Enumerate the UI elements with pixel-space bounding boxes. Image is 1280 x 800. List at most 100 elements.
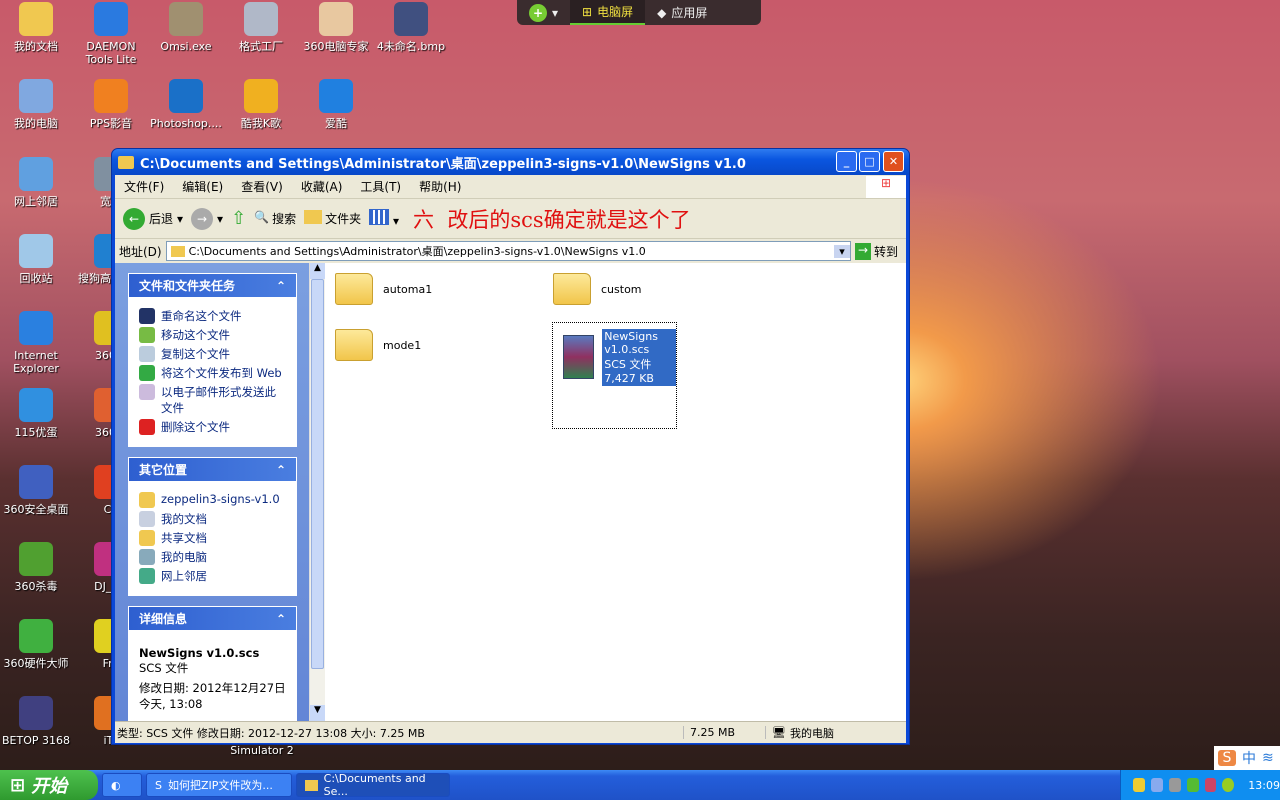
add-menu-button[interactable]: + ▾	[517, 0, 570, 25]
folder-item[interactable]: automa1	[335, 273, 432, 305]
desktop-icon[interactable]: Simulator 2	[224, 744, 300, 757]
tab-pc-screen[interactable]: ⊞ 电脑屏	[570, 0, 646, 25]
folder-item[interactable]: custom	[553, 273, 642, 305]
menu-tools[interactable]: 工具(T)	[351, 178, 410, 195]
title-bar[interactable]: C:\Documents and Settings\Administrator\…	[112, 149, 909, 175]
menu-favorites[interactable]: 收藏(A)	[292, 178, 352, 195]
panel-header[interactable]: 其它位置 ⌃	[129, 458, 296, 481]
desktop-icon-label: 回收站	[19, 272, 53, 285]
task-email[interactable]: 以电子邮件形式发送此文件	[139, 384, 286, 416]
place-link[interactable]: 网上邻居	[139, 568, 286, 584]
address-input[interactable]: C:\Documents and Settings\Administrator\…	[165, 241, 851, 261]
forward-button[interactable]: → ▾	[191, 207, 223, 230]
task-delete[interactable]: 删除这个文件	[139, 419, 286, 435]
desktop-icon-label: 网上邻居	[14, 195, 58, 208]
quick-launch-360[interactable]: ◐	[102, 773, 142, 797]
task-move[interactable]: 移动这个文件	[139, 327, 286, 343]
minimize-button[interactable]: _	[836, 151, 857, 172]
network-icon[interactable]	[1150, 778, 1163, 792]
desktop-icon[interactable]: 回收站	[0, 234, 74, 285]
desktop-icon[interactable]: 网上邻居	[0, 157, 74, 208]
views-button[interactable]: ▾	[369, 209, 399, 228]
status-bar: 类型: SCS 文件 修改日期: 2012-12-27 13:08 大小: 7.…	[115, 721, 906, 743]
ime-bar[interactable]: S 中 ≋	[1214, 746, 1280, 770]
360-safe-icon[interactable]	[1222, 778, 1235, 792]
toolbar: ← 后退 ▾ → ▾ ⇧ 🔍 搜索 文件夹 ▾ 六 改后的scs确定就是这个了	[115, 199, 906, 239]
app-icon	[19, 2, 53, 36]
menu-file[interactable]: 文件(F)	[115, 178, 173, 195]
360-desktop-icon[interactable]	[1204, 778, 1217, 792]
task-rename[interactable]: 重命名这个文件	[139, 308, 286, 324]
scroll-thumb[interactable]	[311, 279, 324, 669]
desktop-icon-label: Photoshop....	[150, 117, 222, 130]
volume-icon[interactable]	[1168, 778, 1181, 792]
scroll-up-button[interactable]: ▲	[310, 263, 325, 279]
task-copy[interactable]: 复制这个文件	[139, 346, 286, 362]
cube-icon: ◆	[657, 5, 667, 20]
status-size: 7.25 MB	[683, 726, 765, 739]
desktop-icon[interactable]: 4未命名.bmp	[373, 2, 449, 53]
file-item[interactable]: NewSigns v1.0.scs SCS 文件 7,427 KB	[552, 322, 677, 429]
windows-logo-icon: ⊞	[10, 774, 26, 796]
computer-icon: 🖥	[765, 726, 786, 739]
app-icon	[94, 2, 128, 36]
desktop-icon[interactable]: 我的电脑	[0, 79, 74, 130]
desktop-icon-label: 115优蛋	[14, 426, 58, 439]
folders-button[interactable]: 文件夹	[304, 210, 361, 227]
desktop-icon[interactable]: BETOP 3168	[0, 696, 74, 747]
go-arrow-icon: →	[854, 242, 871, 260]
panel-header[interactable]: 详细信息 ⌃	[129, 607, 296, 630]
desktop-icon[interactable]: 格式工厂	[223, 2, 299, 53]
network-warning-icon[interactable]	[1133, 778, 1145, 792]
desktop-icon[interactable]: 360安全桌面	[0, 465, 74, 516]
desktop-icon[interactable]: DAEMON Tools Lite	[73, 2, 149, 66]
go-button[interactable]: → 转到	[854, 242, 906, 260]
dropdown-arrow-icon[interactable]: ▾	[833, 244, 850, 258]
task-publish-web[interactable]: 将这个文件发布到 Web	[139, 365, 286, 381]
desktop-icon[interactable]: 360硬件大师	[0, 619, 74, 670]
desktop-icon[interactable]: 115优蛋	[0, 388, 74, 439]
email-icon	[139, 384, 155, 400]
scroll-down-button[interactable]: ▼	[310, 705, 325, 721]
close-button[interactable]: ✕	[883, 151, 904, 172]
back-button[interactable]: ← 后退 ▾	[123, 207, 183, 230]
desktop-icon[interactable]: 我的文档	[0, 2, 74, 53]
start-button[interactable]: ⊞ 开始	[0, 770, 98, 800]
tab-app-screen[interactable]: ◆ 应用屏	[645, 0, 719, 25]
clock: 13:09	[1248, 778, 1280, 792]
desktop-icon[interactable]: 爱酷	[298, 79, 374, 130]
place-link[interactable]: zeppelin3-signs-v1.0	[139, 492, 286, 508]
panel-header[interactable]: 文件和文件夹任务 ⌃	[129, 274, 296, 297]
folder-icon	[305, 779, 318, 791]
desktop-icon-label: 爱酷	[325, 117, 347, 130]
menu-help[interactable]: 帮助(H)	[410, 178, 470, 195]
menu-edit[interactable]: 编辑(E)	[173, 178, 232, 195]
vertical-scrollbar[interactable]: ▲ ▼	[309, 263, 325, 721]
folder-item[interactable]: mode1	[335, 329, 421, 361]
search-button[interactable]: 🔍 搜索	[254, 210, 296, 227]
app-icon	[19, 619, 53, 653]
desktop-icon-label: BETOP 3168	[2, 734, 70, 747]
desktop-icon[interactable]: 酷我K歌	[223, 79, 299, 130]
shield-icon[interactable]	[1186, 778, 1199, 792]
desktop-icon[interactable]: Omsi.exe	[148, 2, 224, 53]
desktop-icon[interactable]: PPS影音	[73, 79, 149, 130]
desktop-icon[interactable]: 360杀毒	[0, 542, 74, 593]
taskbar-item-browser[interactable]: S 如何把ZIP文件改为...	[146, 773, 292, 797]
desktop-icon-label: Omsi.exe	[160, 40, 212, 53]
taskbar-item-explorer[interactable]: C:\Documents and Se...	[296, 772, 450, 798]
desktop-icon[interactable]: 360电脑专家	[298, 2, 374, 53]
folder-icon	[335, 273, 373, 305]
maximize-button[interactable]: □	[859, 151, 880, 172]
up-folder-button[interactable]: ⇧	[231, 208, 246, 229]
place-link[interactable]: 我的电脑	[139, 549, 286, 565]
place-link[interactable]: 共享文档	[139, 530, 286, 546]
place-link[interactable]: 我的文档	[139, 511, 286, 527]
menu-view[interactable]: 查看(V)	[232, 178, 292, 195]
taskbar: ⊞ 开始 ◐ S 如何把ZIP文件改为... C:\Documents and Se…	[0, 770, 1280, 800]
app-icon	[319, 79, 353, 113]
desktop-icon[interactable]: Internet Explorer	[0, 311, 74, 375]
app-icon	[94, 79, 128, 113]
desktop-icon[interactable]: Photoshop....	[148, 79, 224, 130]
desktop-icon-label: Simulator 2	[230, 744, 294, 757]
